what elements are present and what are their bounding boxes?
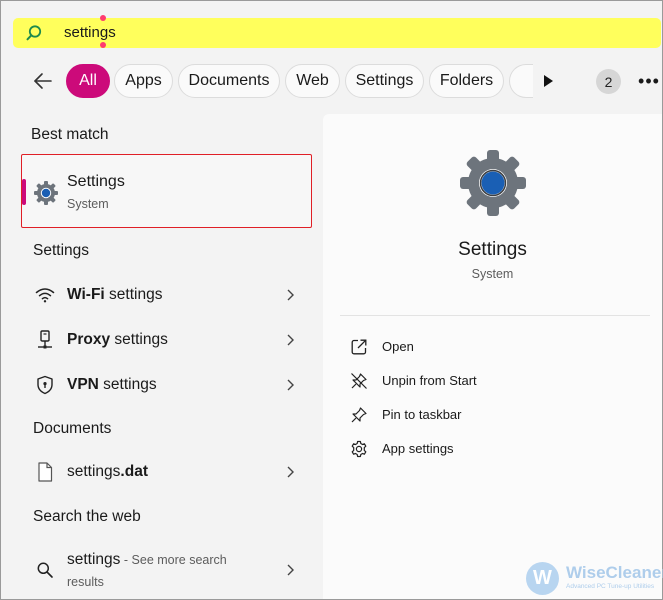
vpn-label-bold: VPN: [67, 376, 99, 393]
best-match-subtitle: System: [67, 197, 109, 211]
action-open-label: Open: [382, 339, 414, 354]
documents-section-heading: Documents: [33, 420, 112, 437]
chevron-right-icon: [283, 331, 297, 349]
scroll-tabs-button[interactable]: [534, 69, 562, 93]
wisecleaner-watermark: W WiseCleaner Advanced PC Tune-up Utilit…: [526, 561, 663, 597]
text-cursor-bottom: [100, 42, 106, 48]
tab-settings[interactable]: Settings: [345, 64, 424, 98]
proxy-label-rest: settings: [110, 331, 168, 348]
pin-icon: [349, 405, 369, 425]
list-item-wifi-settings[interactable]: Wi-Fi settings: [31, 277, 301, 313]
text-cursor-top: [100, 15, 106, 21]
search-input[interactable]: settings: [64, 24, 116, 41]
more-options-button[interactable]: •••: [637, 67, 661, 95]
tab-all[interactable]: All: [66, 64, 110, 98]
settings-gear-icon: [34, 181, 58, 205]
settings-section-heading: Settings: [33, 242, 90, 259]
tab-overflow[interactable]: [509, 64, 533, 98]
tab-apps[interactable]: Apps: [114, 64, 173, 98]
list-item-settings-dat[interactable]: settings.dat: [31, 454, 301, 490]
tab-documents[interactable]: Documents: [178, 64, 280, 98]
action-pin-label: Pin to taskbar: [382, 407, 462, 422]
proxy-label-bold: Proxy: [67, 331, 111, 348]
file-icon: [35, 462, 55, 482]
tab-folders[interactable]: Folders: [429, 64, 504, 98]
chevron-right-icon: [283, 561, 297, 579]
search-icon: [26, 25, 42, 41]
web-section-heading: Search the web: [33, 508, 141, 525]
search-icon: [35, 560, 55, 580]
selection-indicator: [22, 179, 26, 205]
settings-gear-large-icon: [460, 150, 526, 216]
chevron-right-icon: [283, 376, 297, 394]
tab-web[interactable]: Web: [285, 64, 340, 98]
back-arrow-icon: [34, 73, 52, 89]
action-app-settings-label: App settings: [382, 441, 454, 456]
wifi-icon: [35, 285, 55, 305]
wisecleaner-logo: W: [526, 562, 559, 595]
count-badge[interactable]: 2: [596, 69, 621, 94]
search-box[interactable]: settings: [13, 18, 661, 48]
detail-divider: [340, 315, 650, 316]
detail-pane: Settings System Open Unpin from Start Pi…: [323, 114, 662, 599]
web-hint-line2: results: [67, 575, 104, 589]
gear-icon: [349, 439, 369, 459]
list-item-proxy-settings[interactable]: Proxy settings: [31, 322, 301, 358]
detail-subtitle: System: [471, 267, 514, 281]
document-extension: .dat: [120, 463, 148, 480]
best-match-item[interactable]: Settings System: [21, 154, 312, 228]
open-external-icon: [349, 337, 369, 357]
document-name: settings: [67, 463, 121, 480]
best-match-heading: Best match: [31, 126, 109, 143]
vpn-label-rest: settings: [98, 376, 157, 393]
action-unpin-label: Unpin from Start: [382, 373, 477, 388]
back-button[interactable]: [29, 67, 57, 95]
action-app-settings[interactable]: App settings: [349, 437, 639, 461]
play-icon: [544, 75, 553, 87]
watermark-name: WiseCleaner: [566, 563, 663, 582]
wifi-label-bold: Wi-Fi: [67, 286, 105, 303]
action-pin-to-taskbar[interactable]: Pin to taskbar: [349, 403, 639, 427]
web-separator: -: [120, 553, 132, 567]
best-match-title: Settings: [67, 173, 125, 190]
watermark-tagline: Advanced PC Tune-up Utilities: [566, 583, 655, 590]
detail-title: Settings: [458, 239, 527, 260]
action-open[interactable]: Open: [349, 335, 639, 359]
web-hint-line1: See more search: [131, 553, 227, 567]
proxy-icon: [35, 330, 55, 350]
action-unpin-from-start[interactable]: Unpin from Start: [349, 369, 639, 393]
start-search-window: settings All Apps Documents Web Settings…: [0, 0, 663, 600]
chevron-right-icon: [283, 463, 297, 481]
list-item-web-search[interactable]: settings - See more search results: [31, 549, 301, 593]
web-query: settings: [67, 551, 121, 568]
wifi-label-rest: settings: [104, 286, 163, 303]
chevron-right-icon: [283, 286, 297, 304]
list-item-vpn-settings[interactable]: VPN settings: [31, 367, 301, 403]
unpin-icon: [349, 371, 369, 391]
shield-icon: [35, 375, 55, 395]
